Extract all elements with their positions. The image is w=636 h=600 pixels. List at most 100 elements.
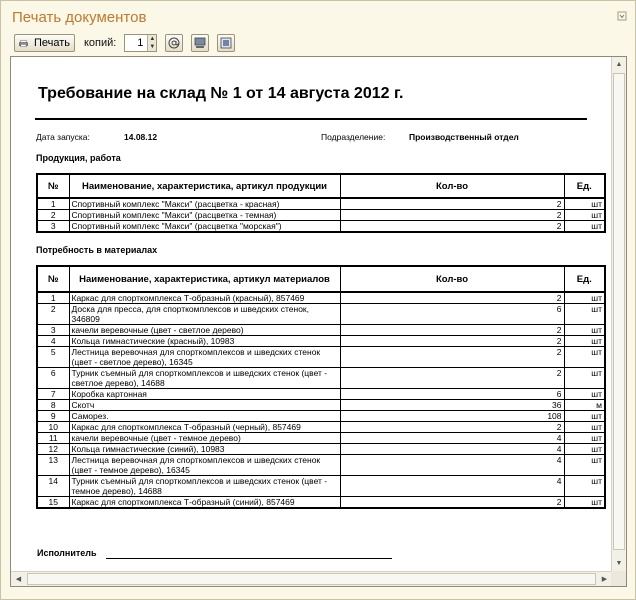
window-menu-icon[interactable] xyxy=(617,11,627,21)
row-number: 7 xyxy=(36,388,70,400)
start-date-label: Дата запуска: xyxy=(36,132,90,142)
header-number: № xyxy=(36,265,70,293)
products-section-title: Продукция, работа xyxy=(36,153,121,163)
row-number: 8 xyxy=(36,399,70,411)
settings-button[interactable] xyxy=(217,34,236,52)
vertical-scrollbar[interactable]: ▲ ▼ xyxy=(611,57,626,571)
row-name: Скотч xyxy=(68,399,341,411)
row-unit: шт xyxy=(563,388,606,400)
table-row: 9 Саморез. 108 шт xyxy=(36,410,606,422)
row-qty: 36 xyxy=(339,399,565,411)
table-row: 14 Турник съемный для спорткомплексов и ш… xyxy=(36,475,606,497)
row-qty: 108 xyxy=(339,410,565,422)
scroll-down-icon[interactable]: ▼ xyxy=(612,556,626,571)
row-number: 4 xyxy=(36,335,70,347)
table-row: 2 Спортивный комплекс "Макси" (расцветка … xyxy=(36,209,606,221)
table-row: 8 Скотч 36 м xyxy=(36,399,606,411)
header-unit: Ед. xyxy=(563,173,606,199)
table-row: 11 качели веревочные (цвет - темное дерев… xyxy=(36,432,606,444)
document-preview-frame[interactable]: Требование на склад № 1 от 14 августа 20… xyxy=(10,56,627,587)
row-number: 6 xyxy=(36,367,70,389)
row-unit: шт xyxy=(563,346,606,368)
copies-arrows[interactable]: ▲ ▼ xyxy=(147,35,157,51)
row-name: Спортивный комплекс "Макси" (расцветка "… xyxy=(68,220,341,233)
table-row: 2 Доска для пресса, для спорткомплексов и… xyxy=(36,303,606,325)
materials-header-row: № Наименование, характеристика, артикул … xyxy=(36,265,606,293)
table-row: 1 Спортивный комплекс "Макси" (расцветка … xyxy=(36,197,606,210)
spin-down-icon[interactable]: ▼ xyxy=(148,43,156,51)
row-name: Кольца гимнастические (синий), 10983 xyxy=(68,443,341,455)
row-name: качели веревочные (цвет - темное дерево) xyxy=(68,432,341,444)
row-number: 5 xyxy=(36,346,70,368)
row-qty: 4 xyxy=(339,475,565,497)
vertical-scroll-thumb[interactable] xyxy=(613,73,625,550)
title-rule xyxy=(35,118,587,120)
row-name: Каркас для спорткомплекса Т-образный (че… xyxy=(68,421,341,433)
table-row: 15 Каркас для спорткомплекса Т-образный (… xyxy=(36,496,606,509)
toolbar: Печать копий: 1 ▲ ▼ xyxy=(14,34,236,52)
horizontal-scroll-thumb[interactable] xyxy=(27,573,596,585)
row-qty: 2 xyxy=(339,291,565,304)
row-unit: шт xyxy=(563,303,606,325)
row-number: 3 xyxy=(36,220,70,233)
row-number: 13 xyxy=(36,454,70,476)
row-unit: шт xyxy=(563,367,606,389)
document-page: Требование на склад № 1 от 14 августа 20… xyxy=(11,57,612,571)
table-row: 13 Лестница веревочная для спорткомплексо… xyxy=(36,454,606,476)
row-unit: шт xyxy=(563,421,606,433)
horizontal-scrollbar[interactable]: ◀ ▶ xyxy=(11,571,612,586)
copies-stepper[interactable]: 1 ▲ ▼ xyxy=(124,34,158,52)
preview-button[interactable] xyxy=(191,34,210,52)
row-unit: шт xyxy=(563,475,606,497)
row-name: Турник съемный для спорткомплексов и шве… xyxy=(68,367,341,389)
row-qty: 4 xyxy=(339,432,565,444)
row-unit: шт xyxy=(563,335,606,347)
row-unit: шт xyxy=(563,209,606,221)
department-label: Подразделение: xyxy=(321,132,386,142)
row-unit: шт xyxy=(563,443,606,455)
scroll-corner xyxy=(611,571,626,586)
row-unit: шт xyxy=(563,454,606,476)
executor-label: Исполнитель xyxy=(37,548,97,558)
row-name: Доска для пресса, для спорткомплексов и … xyxy=(68,303,341,325)
row-number: 1 xyxy=(36,291,70,304)
row-number: 3 xyxy=(36,324,70,336)
row-qty: 2 xyxy=(339,197,565,210)
scroll-left-icon[interactable]: ◀ xyxy=(11,572,26,586)
copies-value[interactable]: 1 xyxy=(125,37,147,49)
row-qty: 4 xyxy=(339,443,565,455)
row-qty: 2 xyxy=(339,209,565,221)
table-row: 5 Лестница веревочная для спорткомплексов… xyxy=(36,346,606,368)
row-unit: шт xyxy=(563,432,606,444)
header-qty: Кол-во xyxy=(339,173,565,199)
scroll-up-icon[interactable]: ▲ xyxy=(612,57,626,72)
row-qty: 6 xyxy=(339,303,565,325)
row-name: Кольца гимнастические (красный), 10983 xyxy=(68,335,341,347)
row-name: Каркас для спорткомплекса Т-образный (кр… xyxy=(68,291,341,304)
header-unit: Ед. xyxy=(563,265,606,293)
row-qty: 4 xyxy=(339,454,565,476)
table-row: 3 качели веревочные (цвет - светлое дерев… xyxy=(36,324,606,336)
row-name: Спортивный комплекс "Макси" (расцветка -… xyxy=(68,209,341,221)
printer-icon xyxy=(19,39,28,47)
spin-up-icon[interactable]: ▲ xyxy=(148,35,156,43)
print-button[interactable]: Печать xyxy=(14,34,75,52)
products-header-row: № Наименование, характеристика, артикул … xyxy=(36,173,606,199)
row-number: 9 xyxy=(36,410,70,422)
row-number: 15 xyxy=(36,496,70,509)
email-button[interactable] xyxy=(165,34,184,52)
materials-table: № Наименование, характеристика, артикул … xyxy=(36,265,606,509)
row-unit: шт xyxy=(563,197,606,210)
header-name: Наименование, характеристика, артикул ма… xyxy=(68,265,341,293)
row-qty: 2 xyxy=(339,367,565,389)
table-row: 1 Каркас для спорткомплекса Т-образный (к… xyxy=(36,291,606,304)
row-qty: 2 xyxy=(339,346,565,368)
table-row: 4 Кольца гимнастические (красный), 10983 2… xyxy=(36,335,606,347)
row-name: Турник съемный для спорткомплексов и шве… xyxy=(68,475,341,497)
row-number: 14 xyxy=(36,475,70,497)
row-number: 10 xyxy=(36,421,70,433)
row-unit: шт xyxy=(563,220,606,233)
row-unit: шт xyxy=(563,324,606,336)
settings-icon xyxy=(220,37,232,49)
scroll-right-icon[interactable]: ▶ xyxy=(597,572,612,586)
